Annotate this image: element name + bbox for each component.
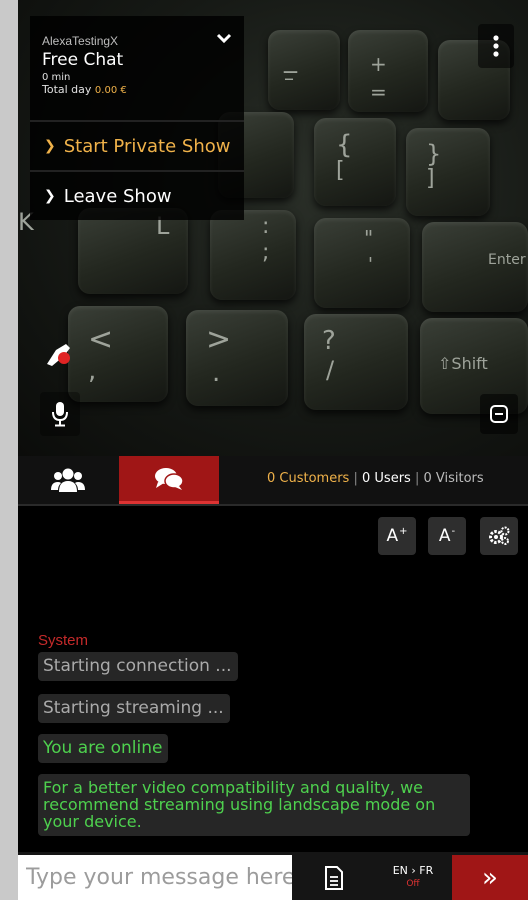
chevron-down-icon: [216, 33, 232, 44]
font-down-sign: -: [451, 525, 456, 537]
tab-users[interactable]: [18, 456, 118, 504]
video-scene-glyph: {: [336, 130, 353, 160]
video-scene-glyph: .: [212, 358, 221, 388]
message-input[interactable]: [18, 855, 292, 900]
chevron-right-icon: ❯: [44, 138, 56, 154]
send-icon: »: [482, 862, 498, 893]
chat-message: Starting connection ...: [38, 652, 238, 681]
video-scene-glyph: ]: [426, 166, 435, 191]
leave-show-label: Leave Show: [63, 185, 172, 207]
camera-off-icon: [47, 344, 70, 366]
start-private-show-label: Start Private Show: [63, 135, 231, 157]
message-input-bar: EN › FR Off »: [18, 852, 528, 900]
total-day-amount: 0.00 €: [94, 85, 127, 96]
minimize-button[interactable]: [480, 394, 518, 434]
show-info-header: AlexaTestingX Free Chat 0 min Total day …: [30, 16, 244, 120]
video-scene-glyph: >: [206, 322, 232, 357]
translation-language-pair: EN › FR: [392, 864, 434, 877]
start-private-show-button[interactable]: ❯ Start Private Show: [30, 120, 244, 170]
video-scene-glyph: –: [284, 66, 294, 90]
tab-chat[interactable]: [119, 456, 219, 504]
cam-app: _ – + = { [ } ] L : ; " ' Enter K < , > …: [18, 0, 528, 900]
video-scene-glyph: ⇧Shift: [438, 354, 488, 373]
audience-counts: 0 Customers | 0 Users | 0 Visitors: [267, 471, 484, 486]
font-up-label: A: [386, 526, 399, 546]
kebab-menu-icon: [493, 35, 499, 57]
microphone-icon: [52, 402, 68, 427]
send-button[interactable]: »: [452, 855, 528, 900]
video-scene-glyph: ,: [88, 356, 97, 386]
video-scene-glyph: Enter: [488, 252, 526, 268]
chat-bubbles-icon: [155, 467, 184, 490]
video-preview: _ – + = { [ } ] L : ; " ' Enter K < , > …: [18, 0, 528, 456]
video-scene-glyph: ;: [262, 240, 270, 265]
camera-toggle-button[interactable]: [40, 334, 80, 374]
video-scene-glyph: +: [370, 52, 387, 76]
video-scene-key: [406, 128, 490, 216]
video-scene-key: [186, 310, 288, 406]
video-scene-glyph: =: [370, 80, 387, 104]
video-scene-key: [78, 208, 188, 294]
translation-toggle[interactable]: EN › FR Off: [378, 864, 448, 889]
font-down-label: A: [438, 526, 451, 546]
show-info-panel: AlexaTestingX Free Chat 0 min Total day …: [30, 16, 244, 220]
translation-state: Off: [406, 879, 420, 889]
video-scene-glyph: ?: [322, 326, 336, 356]
video-scene-glyph: :: [262, 214, 270, 239]
video-scene-key: [348, 30, 428, 112]
message-sender: System: [38, 632, 89, 649]
video-scene-key: [304, 314, 408, 410]
total-day-row: Total day 0.00 €: [42, 83, 232, 96]
video-scene-glyph: ": [364, 226, 374, 250]
video-scene-key: [268, 30, 340, 110]
users-icon: [51, 468, 85, 492]
video-scene-key: [314, 218, 410, 308]
counts-separator: |: [353, 471, 358, 486]
video-scene-key: [68, 306, 168, 402]
minimize-icon: [490, 405, 508, 423]
video-scene-glyph: }: [426, 140, 442, 168]
video-scene-glyph: /: [326, 356, 335, 384]
video-scene-glyph: <: [88, 322, 114, 357]
counts-separator: |: [414, 471, 420, 486]
chat-messages: System Starting connection ... Starting …: [38, 632, 508, 841]
performer-username: AlexaTestingX: [42, 34, 119, 48]
document-icon: [325, 866, 343, 890]
video-scene-glyph: [: [336, 158, 345, 183]
total-day-label: Total day: [42, 83, 95, 96]
font-up-sign: +: [399, 525, 408, 537]
chat-message: You are online: [38, 734, 169, 763]
decrease-font-button[interactable]: A-: [428, 517, 466, 555]
customers-count: 0 Customers: [267, 471, 350, 486]
collapse-panel-button[interactable]: [214, 28, 234, 48]
chevron-right-icon: ❯: [44, 188, 56, 204]
canned-messages-button[interactable]: [314, 860, 354, 896]
gears-icon: [489, 526, 510, 545]
increase-font-button[interactable]: A +: [378, 517, 416, 555]
chat-message: For a better video compatibility and qua…: [38, 774, 470, 836]
tab-divider: [18, 504, 528, 506]
chat-mode-label: Free Chat: [42, 50, 124, 70]
tab-bar: 0 Customers | 0 Users | 0 Visitors: [18, 456, 528, 504]
video-scene-key: [210, 210, 296, 300]
visitors-count: 0 Visitors: [423, 471, 484, 486]
chat-settings-button[interactable]: [480, 517, 518, 555]
users-count: 0 Users: [362, 471, 411, 486]
microphone-button[interactable]: [40, 392, 80, 436]
video-scene-key: [314, 118, 396, 206]
leave-show-button[interactable]: ❯ Leave Show: [30, 170, 244, 220]
more-options-button[interactable]: [478, 24, 514, 68]
chat-message: Starting streaming ...: [38, 694, 230, 723]
show-duration: 0 min: [42, 72, 71, 83]
video-scene-glyph: ': [368, 254, 373, 275]
